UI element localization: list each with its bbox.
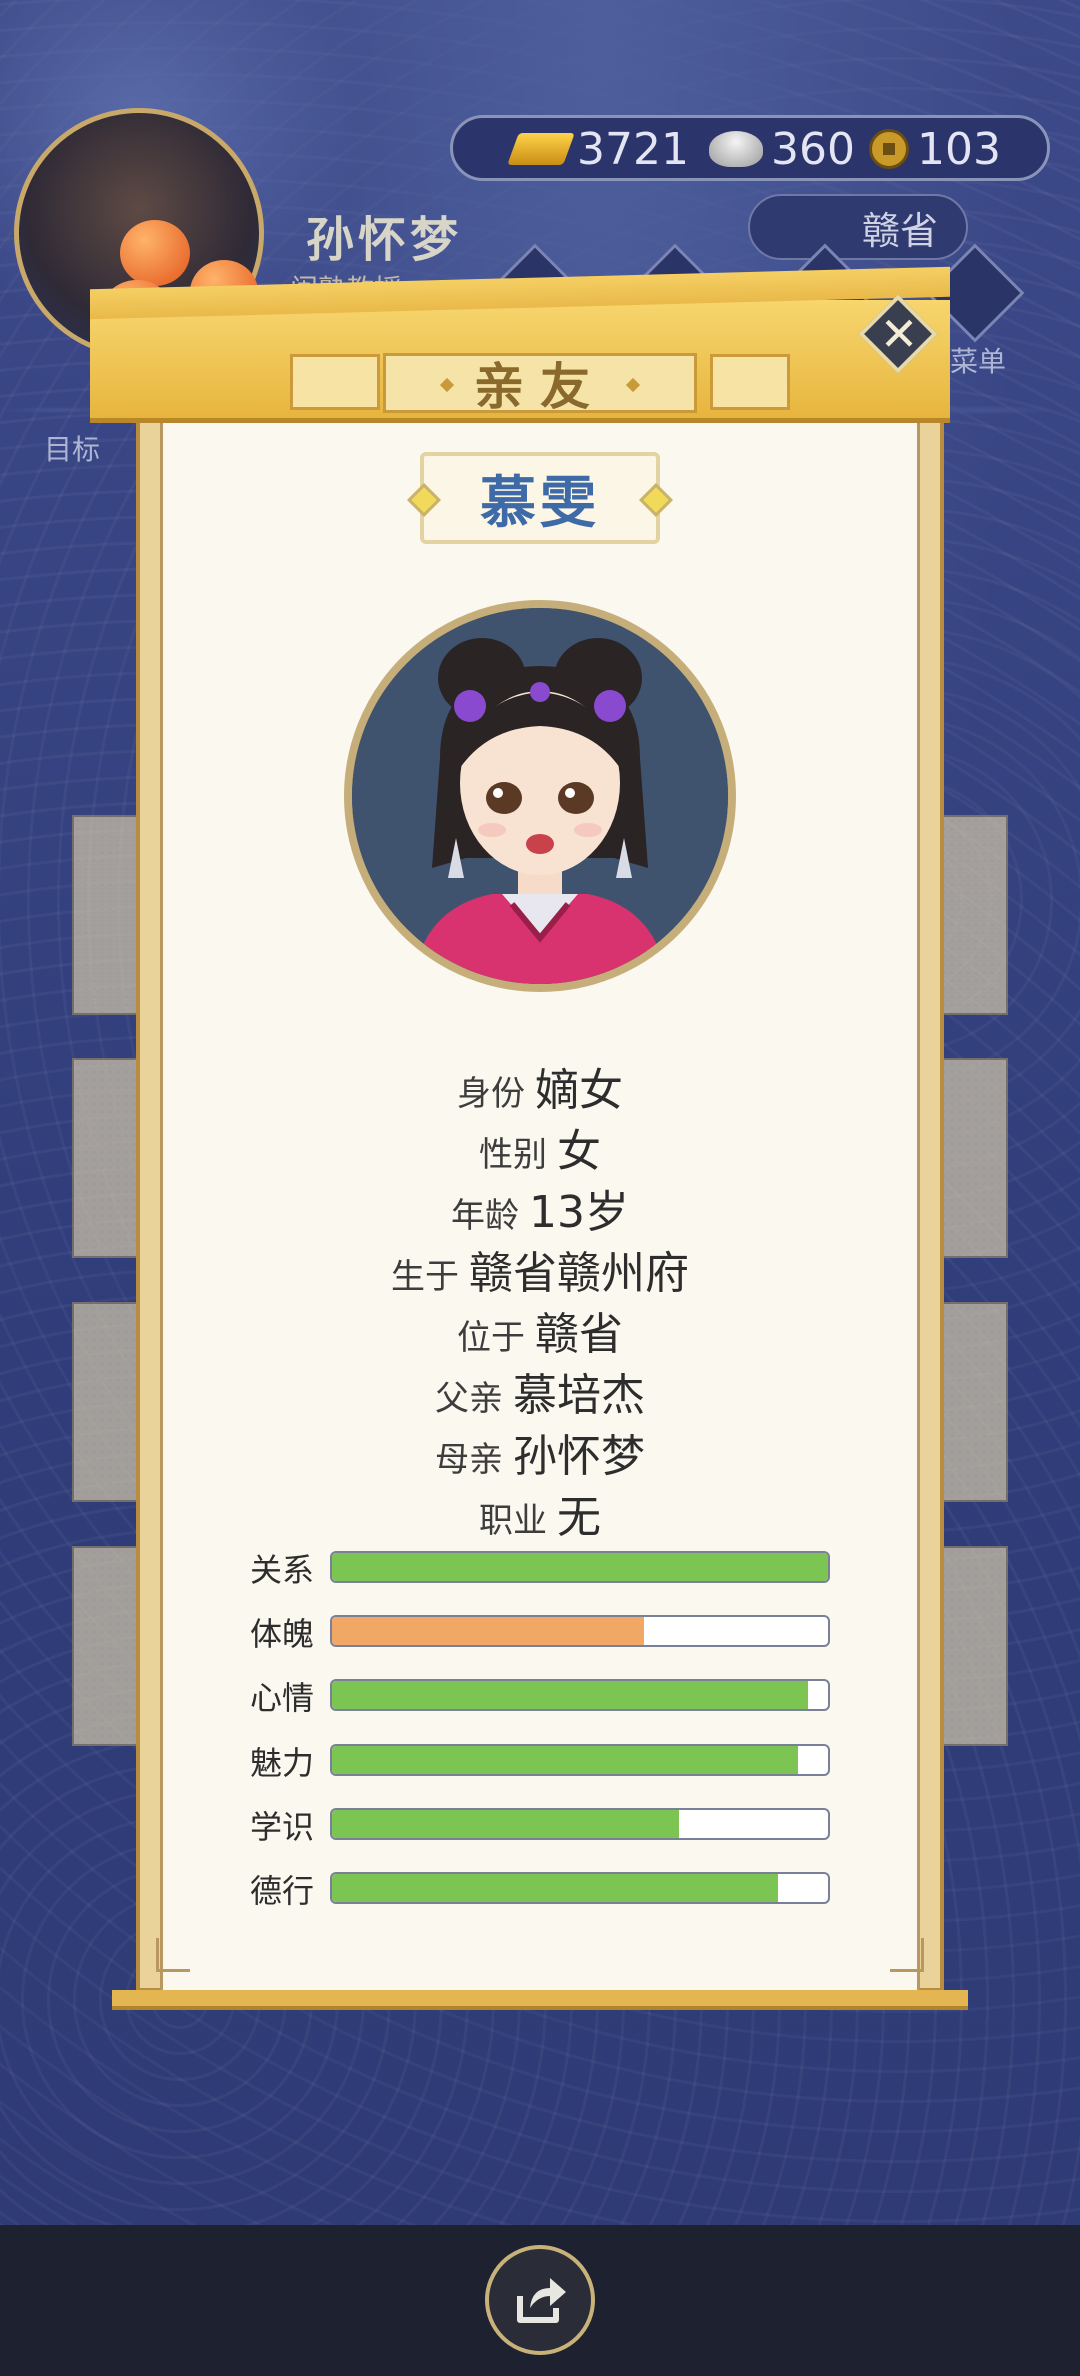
info-label: 母亲 xyxy=(435,1440,503,1480)
background-card xyxy=(72,1302,142,1502)
stat-label: 德行 xyxy=(250,1872,315,1910)
banner-ornament xyxy=(290,354,380,410)
info-mother: 母亲 孙怀梦 xyxy=(136,1420,944,1484)
stat-bar xyxy=(330,1808,830,1840)
girl-portrait-image xyxy=(352,608,728,984)
info-value: 女 xyxy=(557,1126,601,1177)
info-label: 父亲 xyxy=(435,1379,503,1419)
info-gender: 性别女 xyxy=(136,1115,944,1179)
title-dot xyxy=(439,377,455,393)
corner-ornament xyxy=(890,1938,924,1972)
background-card xyxy=(938,1546,1008,1746)
stat-fill xyxy=(332,1553,828,1581)
stat-fill xyxy=(332,1617,645,1645)
info-label: 身份 xyxy=(457,1074,525,1114)
info-age: 年龄 13岁 xyxy=(136,1176,944,1240)
gold-ingot-icon xyxy=(507,133,575,165)
background-card xyxy=(938,1058,1008,1258)
background-card xyxy=(72,815,142,1015)
info-value: 13岁 xyxy=(529,1187,629,1238)
info-occupation: 职业无 xyxy=(136,1481,944,1545)
close-icon[interactable]: ✕ xyxy=(873,302,925,366)
info-value: 赣省赣州府 xyxy=(469,1248,689,1299)
stat-mood: 心情 xyxy=(250,1679,830,1717)
title-dot xyxy=(625,377,641,393)
silver-currency: 360 xyxy=(709,123,855,175)
person-portrait xyxy=(344,600,736,992)
stat-virtue: 德行 xyxy=(250,1872,830,1910)
stat-label: 关系 xyxy=(250,1551,315,1589)
info-value: 嫡女 xyxy=(535,1065,623,1116)
share-icon xyxy=(517,2278,566,2323)
stat-fill xyxy=(332,1810,680,1838)
person-name: 慕雯 xyxy=(480,470,600,536)
location-label: 赣省 xyxy=(861,208,938,253)
info-label: 生于 xyxy=(391,1257,459,1297)
stat-physique: 体魄 xyxy=(250,1615,830,1653)
info-label: 位于 xyxy=(457,1318,525,1358)
background-card xyxy=(72,1546,142,1746)
person-name-plate: 慕雯 xyxy=(420,452,660,544)
gold-currency: 3721 xyxy=(507,123,689,175)
share-button[interactable] xyxy=(485,2245,595,2355)
background-card xyxy=(938,1302,1008,1502)
stat-label: 体魄 xyxy=(250,1615,315,1653)
currency-bar: 3721 360 103 xyxy=(450,115,1050,181)
info-label: 性别 xyxy=(479,1135,547,1175)
stat-charm: 魅力 xyxy=(250,1744,830,1782)
stat-bar xyxy=(330,1615,830,1647)
info-value: 赣省 xyxy=(535,1309,623,1360)
dialog-title-plate: 亲友 xyxy=(383,353,697,416)
stat-bar xyxy=(330,1744,830,1776)
stat-label: 心情 xyxy=(250,1679,315,1717)
banner-ornament xyxy=(710,354,790,410)
stat-fill xyxy=(332,1681,809,1709)
info-location: 位于 赣省 xyxy=(136,1298,944,1362)
background-card xyxy=(72,1058,142,1258)
dialog-title: 亲友 xyxy=(474,358,606,416)
info-value: 慕培杰 xyxy=(513,1370,645,1421)
silver-amount: 360 xyxy=(771,123,855,175)
stat-label: 魅力 xyxy=(250,1744,315,1782)
info-father: 父亲 慕培杰 xyxy=(136,1359,944,1423)
background-card xyxy=(938,815,1008,1015)
stat-bar xyxy=(330,1551,830,1583)
stat-fill xyxy=(332,1874,779,1902)
player-name: 孙怀梦 xyxy=(306,212,463,268)
coin-currency: 103 xyxy=(869,123,1001,175)
target-label[interactable]: 目标 xyxy=(44,428,100,468)
info-label: 职业 xyxy=(479,1501,547,1541)
info-value: 孙怀梦 xyxy=(513,1431,645,1482)
copper-coin-icon xyxy=(869,129,909,169)
info-value: 无 xyxy=(557,1492,601,1543)
silver-ingot-icon xyxy=(709,131,763,167)
coin-amount: 103 xyxy=(917,123,1001,175)
gold-amount: 3721 xyxy=(577,123,689,175)
menu-label[interactable]: 菜单 xyxy=(950,340,1006,380)
stat-bar xyxy=(330,1872,830,1904)
location-button[interactable]: 赣省 xyxy=(748,194,968,260)
stat-fill xyxy=(332,1746,799,1774)
info-identity: 身份 嫡女 xyxy=(136,1054,944,1118)
stat-label: 学识 xyxy=(250,1808,315,1846)
stat-bar xyxy=(330,1679,830,1711)
stat-knowledge: 学识 xyxy=(250,1808,830,1846)
info-birthplace: 生于 赣省赣州府 xyxy=(136,1237,944,1301)
scroll-bottom-rod xyxy=(112,1990,968,2010)
stat-relationship: 关系 xyxy=(250,1551,830,1589)
info-label: 年龄 xyxy=(451,1196,519,1236)
corner-ornament xyxy=(156,1938,190,1972)
